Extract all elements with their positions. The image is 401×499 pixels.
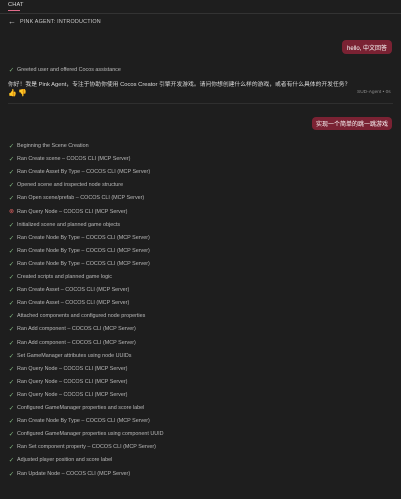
check-icon: ✓ bbox=[8, 247, 15, 255]
step-item[interactable]: Opened scene and inspected node structur… bbox=[17, 182, 123, 188]
step-item[interactable]: Ran Create Node By Type – COCOS CLI (MCP… bbox=[17, 418, 150, 424]
tab-active-indicator bbox=[8, 10, 20, 11]
step-item[interactable]: Ran Add component – COCOS CLI (MCP Serve… bbox=[17, 326, 136, 332]
check-icon: ✓ bbox=[8, 143, 15, 150]
step-item[interactable]: Initialized scene and planned game objec… bbox=[17, 222, 120, 228]
step-item[interactable]: Configured GameManager properties and sc… bbox=[17, 405, 144, 411]
check-icon: ✓ bbox=[8, 67, 15, 74]
check-icon: ✓ bbox=[8, 287, 15, 295]
step-item[interactable]: Ran Query Node – COCOS CLI (MCP Server) bbox=[17, 392, 127, 398]
check-icon: ✓ bbox=[8, 274, 15, 281]
step-item[interactable]: Ran Update Node – COCOS CLI (MCP Server) bbox=[17, 471, 130, 477]
message-meta: SUD-Agent • 0s bbox=[357, 90, 391, 95]
thumbs-down-icon[interactable]: 👎 bbox=[18, 90, 27, 97]
step-item[interactable]: Set GameManager attributes using node UU… bbox=[17, 353, 131, 359]
check-icon: ✓ bbox=[8, 391, 15, 399]
check-icon: ✓ bbox=[8, 365, 15, 373]
check-icon: ✓ bbox=[8, 234, 15, 242]
chat-header: ← PINK AGENT: INTRODUCTION bbox=[0, 14, 401, 30]
step-item[interactable]: Ran Open scene/prefab – COCOS CLI (MCP S… bbox=[17, 195, 144, 201]
check-icon: ✓ bbox=[8, 352, 15, 360]
check-icon: ✓ bbox=[8, 156, 15, 164]
step-item[interactable]: Ran Create Asset By Type – COCOS CLI (MC… bbox=[17, 169, 150, 175]
step-item[interactable]: Ran Query Node – COCOS CLI (MCP Server) bbox=[17, 366, 127, 372]
check-icon: ✓ bbox=[8, 195, 15, 203]
step-item[interactable]: Configured GameManager properties using … bbox=[17, 431, 164, 437]
step-item[interactable]: Ran Query Node – COCOS CLI (MCP Server) bbox=[17, 209, 127, 215]
back-arrow-icon[interactable]: ← bbox=[8, 18, 16, 26]
step-item[interactable]: Ran Set component property – COCOS CLI (… bbox=[17, 444, 156, 450]
step-item[interactable]: Attached components and configured node … bbox=[17, 313, 145, 319]
tab-bar: CHAT bbox=[0, 0, 401, 14]
divider bbox=[8, 103, 393, 104]
step-item[interactable]: Beginning the Scene Creation bbox=[17, 143, 89, 149]
error-icon: ⊗ bbox=[8, 208, 15, 215]
check-icon: ✓ bbox=[8, 378, 15, 386]
check-icon: ✓ bbox=[8, 300, 15, 308]
step-item[interactable]: Ran Create scene – COCOS CLI (MCP Server… bbox=[17, 156, 130, 162]
assistant-message: 你好！我是 Pink Agent，专注于协助你使用 Cocos Creator … bbox=[8, 82, 351, 88]
assistant-step[interactable]: Greeted user and offered Cocos assistanc… bbox=[17, 67, 121, 73]
check-icon: ✓ bbox=[8, 470, 15, 478]
user-message: hello, 中文回答 bbox=[342, 40, 392, 54]
check-icon: ✓ bbox=[8, 457, 15, 465]
chat-title: PINK AGENT: INTRODUCTION bbox=[20, 19, 101, 25]
check-icon: ✓ bbox=[8, 418, 15, 426]
check-icon: ✓ bbox=[8, 405, 15, 412]
tab-chat[interactable]: CHAT bbox=[8, 2, 24, 8]
check-icon: ✓ bbox=[8, 260, 15, 268]
step-item[interactable]: Ran Create Node By Type – COCOS CLI (MCP… bbox=[17, 235, 150, 241]
step-item[interactable]: Ran Create Node By Type – COCOS CLI (MCP… bbox=[17, 261, 150, 267]
check-icon: ✓ bbox=[8, 313, 15, 321]
step-item[interactable]: Ran Create Asset – COCOS CLI (MCP Server… bbox=[17, 300, 129, 306]
step-item[interactable]: Ran Query Node – COCOS CLI (MCP Server) bbox=[17, 379, 127, 385]
step-item[interactable]: Ran Create Node By Type – COCOS CLI (MCP… bbox=[17, 248, 150, 254]
step-item[interactable]: Adjusted player position and score label bbox=[17, 457, 112, 463]
step-item[interactable]: Ran Add component – COCOS CLI (MCP Serve… bbox=[17, 340, 136, 346]
check-icon: ✓ bbox=[8, 182, 15, 190]
user-message: 实现一个简单的跳一跳游戏 bbox=[312, 117, 392, 130]
check-icon: ✓ bbox=[8, 431, 15, 439]
check-icon: ✓ bbox=[8, 444, 15, 452]
check-icon: ✓ bbox=[8, 339, 15, 347]
step-item[interactable]: Created scripts and planned game logic bbox=[17, 274, 112, 280]
step-item[interactable]: Ran Create Asset – COCOS CLI (MCP Server… bbox=[17, 287, 129, 293]
check-icon: ✓ bbox=[8, 221, 15, 229]
check-icon: ✓ bbox=[8, 169, 15, 177]
check-icon: ✓ bbox=[8, 326, 15, 334]
thumbs-up-icon[interactable]: 👍 bbox=[8, 90, 17, 97]
